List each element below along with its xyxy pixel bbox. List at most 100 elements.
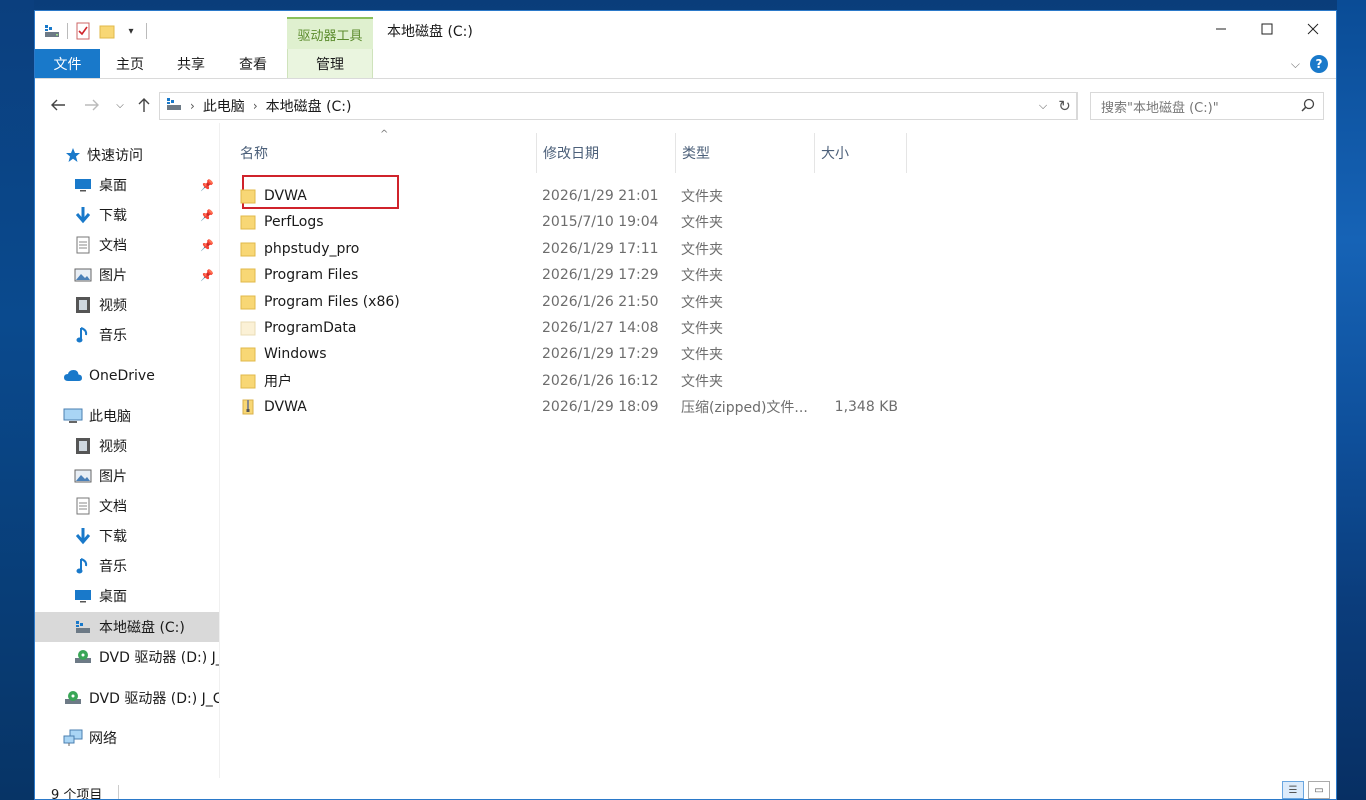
breadcrumb-separator-icon[interactable]: ›	[190, 99, 195, 113]
nav-this-pc[interactable]: 此电脑	[35, 401, 219, 431]
nav-quick-documents[interactable]: 文档 📌	[35, 230, 219, 260]
file-date: 2015/7/10 19:04	[542, 214, 659, 231]
table-row[interactable]: DVWA 2026/1/29 18:09 压缩(zipped)文件... 1,348 …	[240, 394, 1120, 420]
nav-quick-desktop[interactable]: 桌面 📌	[35, 170, 219, 200]
file-name-cell: DVWA	[240, 394, 307, 420]
music-icon	[73, 556, 93, 576]
nav-label: 图片	[99, 469, 127, 485]
folder-icon	[240, 373, 256, 389]
column-header-size[interactable]: 大小	[815, 133, 907, 173]
file-size: 1,348 KB	[834, 399, 898, 416]
table-row[interactable]: Program Files (x86) 2026/1/26 21:50 文件夹	[240, 289, 1120, 315]
table-row[interactable]: PerfLogs 2015/7/10 19:04 文件夹	[240, 209, 1120, 235]
column-header-name[interactable]: 名称	[234, 133, 537, 173]
nav-label: 文档	[99, 499, 127, 515]
table-row[interactable]: DVWA 2026/1/29 21:01 文件夹	[240, 183, 1120, 209]
nav-label: 下载	[99, 208, 127, 224]
desktop-background-left	[0, 0, 34, 800]
toolbar-separator	[67, 23, 68, 39]
file-name-cell: 用户	[240, 368, 292, 394]
large-icons-view-button[interactable]: ▭	[1308, 781, 1330, 799]
breadcrumb-local-disk[interactable]: 本地磁盘 (C:)	[266, 96, 352, 116]
file-list: ^ 名称 修改日期 类型 大小 DVWA 2026/1/29 21:01 文件夹 Pe…	[220, 123, 1336, 778]
column-header-type[interactable]: 类型	[676, 133, 815, 173]
customize-toolbar-icon[interactable]: ▾	[122, 22, 140, 40]
table-row[interactable]: ProgramData 2026/1/27 14:08 文件夹	[240, 315, 1120, 341]
column-header-date[interactable]: 修改日期	[537, 133, 676, 173]
pin-icon[interactable]: 📌	[200, 209, 214, 222]
window-title: 本地磁盘 (C:)	[387, 24, 473, 40]
breadcrumb-separator-icon[interactable]: ›	[253, 99, 258, 113]
nav-network[interactable]: 网络	[35, 723, 219, 753]
address-dropdown-icon[interactable]: ⌵	[1032, 93, 1054, 119]
help-icon[interactable]: ?	[1310, 55, 1328, 73]
file-name-cell: Program Files	[240, 262, 358, 288]
large-icons-view-icon: ▭	[1314, 784, 1324, 796]
pin-icon[interactable]: 📌	[200, 269, 214, 282]
nav-label: 音乐	[99, 559, 127, 575]
nav-quick-videos[interactable]: 视频	[35, 290, 219, 320]
nav-pc-dvd-drive[interactable]: DVD 驱动器 (D:) J_	[35, 642, 219, 672]
nav-onedrive[interactable]: OneDrive	[35, 361, 219, 391]
nav-pc-videos[interactable]: 视频	[35, 431, 219, 461]
dvd-icon	[73, 647, 93, 667]
forward-button[interactable]	[81, 94, 103, 116]
picture-icon	[73, 466, 93, 486]
refresh-button[interactable]: ↻	[1052, 92, 1078, 120]
nav-quick-access[interactable]: 快速访问	[35, 140, 219, 170]
nav-label: DVD 驱动器 (D:) J_	[99, 650, 219, 666]
maximize-button[interactable]	[1244, 11, 1290, 47]
tab-manage[interactable]: 管理	[287, 49, 373, 78]
nav-pc-music[interactable]: 音乐	[35, 551, 219, 581]
address-bar[interactable]: › 此电脑 › 本地磁盘 (C:) ⌵	[159, 92, 1077, 120]
folder-icon	[240, 346, 256, 362]
nav-pc-pictures[interactable]: 图片	[35, 461, 219, 491]
cloud-icon	[63, 366, 83, 386]
tab-view[interactable]: 查看	[222, 49, 284, 78]
nav-dvd-drive-root[interactable]: DVD 驱动器 (D:) J_C	[35, 683, 219, 713]
table-row[interactable]: Windows 2026/1/29 17:29 文件夹	[240, 341, 1120, 367]
file-date: 2026/1/29 17:29	[542, 267, 659, 284]
pin-icon[interactable]: 📌	[200, 179, 214, 192]
ribbon-expand-icon[interactable]: ⌵	[1291, 57, 1300, 72]
file-name: 用户	[264, 373, 292, 390]
nav-quick-music[interactable]: 音乐	[35, 320, 219, 350]
pin-icon[interactable]: 📌	[200, 239, 214, 252]
table-row[interactable]: phpstudy_pro 2026/1/29 17:11 文件夹	[240, 236, 1120, 262]
search-icon[interactable]	[1301, 98, 1315, 116]
file-date: 2026/1/26 21:50	[542, 293, 659, 310]
minimize-button[interactable]	[1198, 11, 1244, 47]
table-row[interactable]: 用户 2026/1/26 16:12 文件夹	[240, 368, 1120, 394]
file-type: 文件夹	[681, 215, 723, 232]
network-icon	[63, 728, 83, 748]
nav-pc-local-disk[interactable]: 本地磁盘 (C:)	[35, 612, 219, 642]
tab-share[interactable]: 共享	[160, 49, 222, 78]
up-button[interactable]	[133, 94, 155, 116]
nav-quick-pictures[interactable]: 图片 📌	[35, 260, 219, 290]
table-row[interactable]: Program Files 2026/1/29 17:29 文件夹	[240, 262, 1120, 288]
properties-icon[interactable]	[74, 22, 92, 40]
close-button[interactable]	[1290, 11, 1336, 47]
file-size	[820, 209, 898, 235]
nav-label: 此电脑	[89, 409, 131, 425]
search-box[interactable]: 搜索"本地磁盘 (C:)"	[1090, 92, 1324, 120]
back-button[interactable]	[47, 94, 69, 116]
video-icon	[73, 295, 93, 315]
nav-quick-downloads[interactable]: 下载 📌	[35, 200, 219, 230]
window-controls	[1198, 11, 1336, 47]
nav-pc-desktop[interactable]: 桌面	[35, 581, 219, 611]
file-name: DVWA	[264, 188, 307, 204]
file-type: 压缩(zipped)文件...	[681, 400, 808, 417]
nav-label: 桌面	[99, 178, 127, 194]
details-view-button[interactable]: ☰	[1282, 781, 1304, 799]
nav-pc-documents[interactable]: 文档	[35, 491, 219, 521]
nav-label: 音乐	[99, 328, 127, 344]
tab-home[interactable]: 主页	[100, 49, 160, 78]
nav-pc-downloads[interactable]: 下载	[35, 521, 219, 551]
file-name-cell: Program Files (x86)	[240, 289, 400, 315]
new-folder-icon[interactable]	[98, 22, 116, 40]
file-date: 2026/1/29 21:01	[542, 188, 659, 204]
tab-file[interactable]: 文件	[35, 49, 100, 78]
breadcrumb-this-pc[interactable]: 此电脑	[203, 96, 245, 116]
recent-locations-button[interactable]: ⌵	[109, 94, 131, 116]
